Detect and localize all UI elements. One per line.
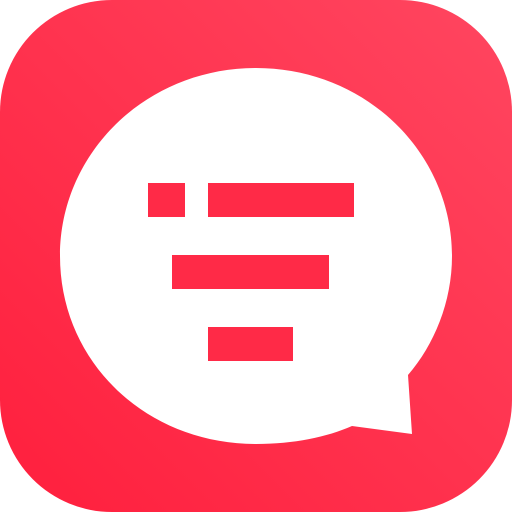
filter-bar-middle [172, 255, 329, 289]
filter-bar-top [208, 183, 354, 217]
filter-bar-bottom [208, 327, 293, 361]
app-icon-graphic [0, 0, 512, 512]
app-icon [0, 0, 512, 512]
filter-bar-small [148, 183, 185, 217]
